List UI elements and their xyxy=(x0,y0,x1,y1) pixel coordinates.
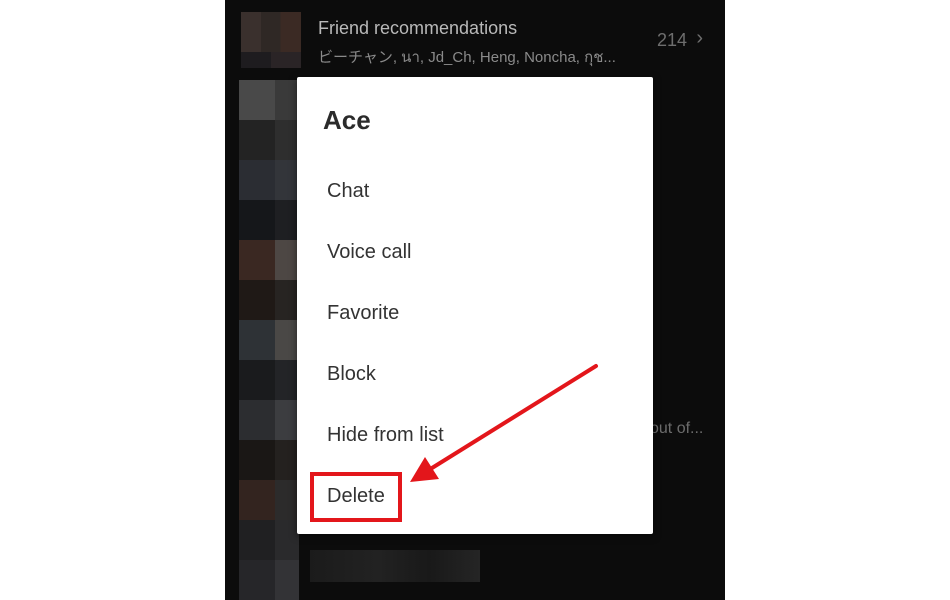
blurred-avatar xyxy=(239,320,299,360)
blurred-avatar xyxy=(239,520,299,560)
blurred-avatar xyxy=(239,480,299,520)
friend-recommendations-names: ビーチャン, นา, Jd_Ch, Heng, Noncha, กุช... xyxy=(318,49,616,66)
blurred-avatar xyxy=(239,80,299,120)
blurred-avatar xyxy=(239,160,299,200)
blurred-avatar xyxy=(239,240,299,280)
background-message-snippet: out of... xyxy=(650,420,704,437)
menu-item-voice-call[interactable]: Voice call xyxy=(327,241,412,264)
friend-recommendations-title: Friend recommendations xyxy=(318,18,518,38)
chevron-right-icon: › xyxy=(696,27,703,49)
friend-recommendations-count: 214 xyxy=(656,30,687,50)
dialog-title: Ace xyxy=(323,105,371,135)
blurred-name xyxy=(310,550,480,582)
menu-item-favorite[interactable]: Favorite xyxy=(327,302,399,325)
blurred-avatar-column xyxy=(239,80,299,600)
blurred-avatar xyxy=(239,400,299,440)
blurred-avatar xyxy=(239,280,299,320)
friend-recommendations-avatar xyxy=(241,12,301,68)
blurred-avatar xyxy=(239,440,299,480)
friend-recommendations-row[interactable]: Friend recommendations ビーチャン, นา, Jd_Ch,… xyxy=(225,0,725,78)
blurred-avatar xyxy=(239,560,299,600)
delete-highlight-box xyxy=(310,472,402,522)
menu-item-hide-from-list[interactable]: Hide from list xyxy=(327,424,444,447)
menu-item-chat[interactable]: Chat xyxy=(327,180,369,203)
blurred-avatar xyxy=(239,200,299,240)
context-menu-dialog: Ace Chat Voice call Favorite Block Hide … xyxy=(297,77,653,534)
blurred-avatar xyxy=(239,120,299,160)
menu-item-block[interactable]: Block xyxy=(327,363,376,386)
blurred-avatar xyxy=(239,360,299,400)
